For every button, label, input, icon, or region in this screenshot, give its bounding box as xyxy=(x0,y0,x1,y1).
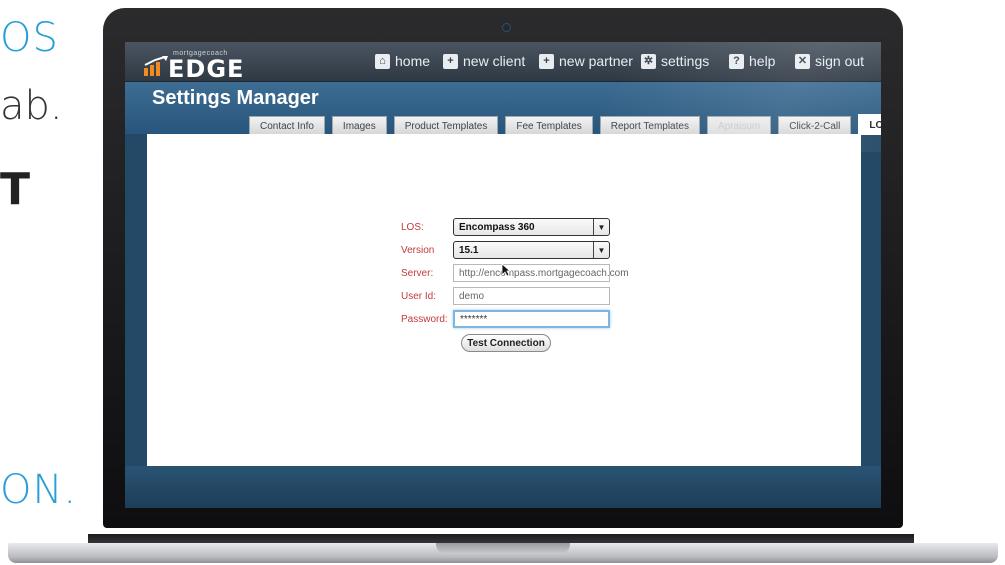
los-settings-panel: LOS: Encompass 360 ▼ Version 15.1 ▼ Serv… xyxy=(147,134,861,466)
laptop-lid: mortgagecoach EDGE ⌂ home + new client +… xyxy=(103,8,903,528)
nav-settings[interactable]: ✲ settings xyxy=(641,53,709,69)
top-nav-bar: mortgagecoach EDGE ⌂ home + new client +… xyxy=(125,42,881,83)
server-input[interactable]: http://encompass.mortgagecoach.com xyxy=(453,264,629,282)
nav-new-partner-label: new partner xyxy=(559,53,633,69)
nav-sign-out[interactable]: ✕ sign out xyxy=(795,53,864,69)
nav-home-label: home xyxy=(395,53,431,69)
plus-icon: + xyxy=(539,53,554,69)
los-select[interactable]: Encompass 360 ▼ xyxy=(453,218,610,236)
marketing-line-2: ab. xyxy=(0,83,63,129)
laptop-base xyxy=(0,526,1005,565)
los-label: LOS: xyxy=(401,222,424,233)
app-logo[interactable]: mortgagecoach EDGE xyxy=(143,48,263,83)
tab-images[interactable]: Images xyxy=(331,116,387,135)
nav-new-client[interactable]: + new client xyxy=(443,53,525,69)
test-connection-button[interactable]: Test Connection xyxy=(461,334,551,352)
tab-click-2-call[interactable]: Click-2-Call xyxy=(778,116,852,135)
marketing-line-3: T xyxy=(0,164,31,215)
nav-help-label: help xyxy=(749,53,776,69)
chevron-down-icon: ▼ xyxy=(593,219,609,235)
tab-fee-templates[interactable]: Fee Templates xyxy=(505,116,593,135)
tab-contact-info[interactable]: Contact Info xyxy=(249,116,325,135)
tab-los-settings[interactable]: LOS Settings xyxy=(858,114,881,135)
camera-icon xyxy=(502,23,511,32)
mouse-cursor-icon xyxy=(501,263,511,277)
logo-chart-icon xyxy=(144,56,168,76)
nav-new-client-label: new client xyxy=(463,53,526,69)
gear-icon: ✲ xyxy=(641,53,656,69)
password-label: Password: xyxy=(401,314,448,325)
logo-wordmark: EDGE xyxy=(168,55,245,83)
user-id-label: User Id: xyxy=(401,291,437,302)
tab-apraisum[interactable]: Apraisum xyxy=(706,116,772,135)
tab-product-templates[interactable]: Product Templates xyxy=(393,116,499,135)
page: OS ab. T ON. mortgagecoach EDGE ⌂ home +… xyxy=(0,0,1005,565)
server-label: Server: xyxy=(401,268,434,279)
laptop-notch xyxy=(436,543,570,554)
app-screen: mortgagecoach EDGE ⌂ home + new client +… xyxy=(125,42,881,508)
user-id-input[interactable]: demo xyxy=(453,287,610,305)
marketing-line-1: OS xyxy=(0,15,59,61)
tab-report-templates[interactable]: Report Templates xyxy=(599,116,700,135)
chevron-down-icon: ▼ xyxy=(593,242,609,258)
nav-help[interactable]: ? help xyxy=(729,53,775,69)
version-label: Version xyxy=(401,245,435,256)
password-input[interactable]: ******* xyxy=(453,310,610,328)
version-select[interactable]: 15.1 ▼ xyxy=(453,241,610,259)
page-title: Settings Manager xyxy=(152,87,319,109)
marketing-line-4: ON. xyxy=(0,467,78,513)
question-icon: ? xyxy=(729,53,744,69)
settings-tabs: Contact Info Images Product Templates Fe… xyxy=(249,114,881,135)
app-footer xyxy=(125,466,881,508)
nav-new-partner[interactable]: + new partner xyxy=(539,53,633,69)
close-icon: ✕ xyxy=(795,53,810,69)
home-icon: ⌂ xyxy=(375,53,390,69)
nav-sign-out-label: sign out xyxy=(815,53,865,69)
plus-icon: + xyxy=(443,53,458,69)
los-select-value: Encompass 360 xyxy=(459,221,535,233)
nav-home[interactable]: ⌂ home xyxy=(375,53,430,69)
version-select-value: 15.1 xyxy=(459,244,479,256)
nav-settings-label: settings xyxy=(661,53,710,69)
